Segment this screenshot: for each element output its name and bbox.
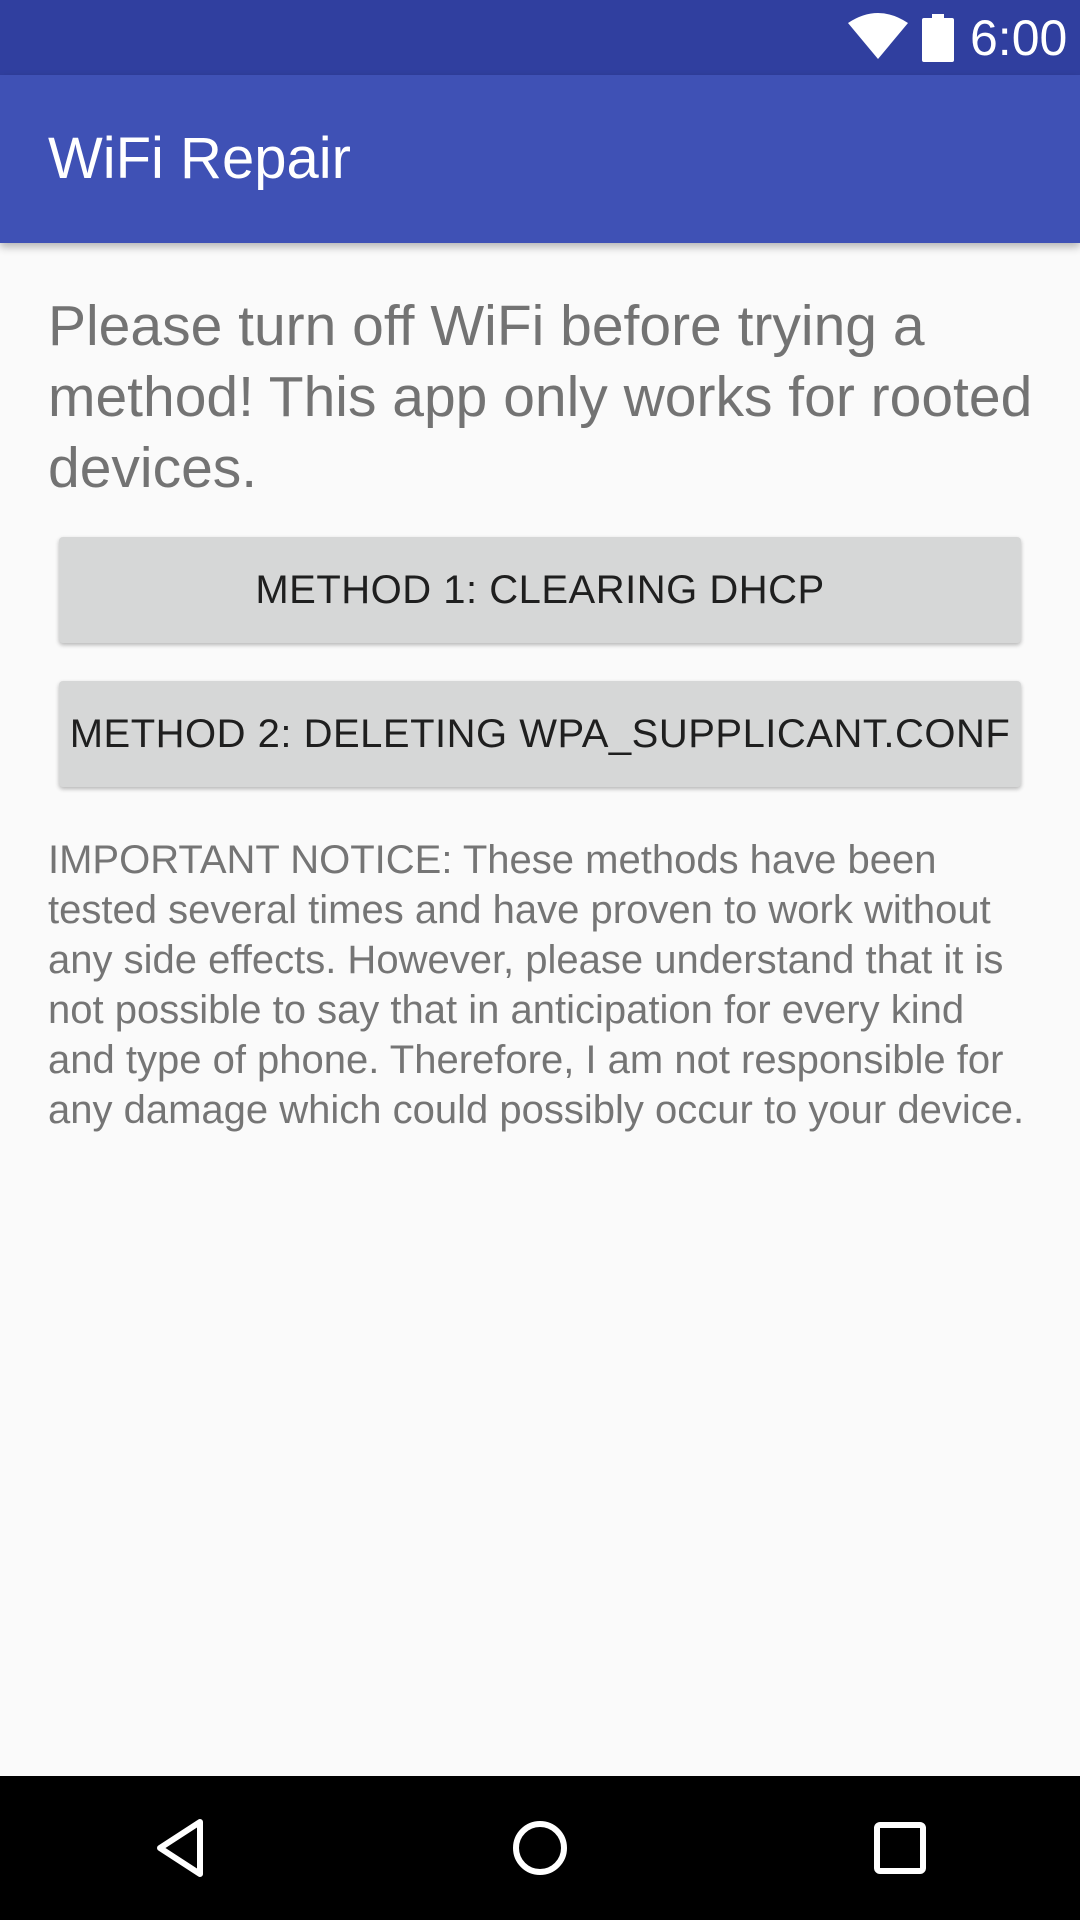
app-bar: WiFi Repair <box>0 75 1080 243</box>
back-icon <box>157 1819 203 1877</box>
important-notice-text: IMPORTANT NOTICE: These methods have bee… <box>48 838 1025 1132</box>
wifi-icon <box>848 13 908 59</box>
navigation-bar <box>0 1776 1080 1920</box>
instruction-text: Please turn off WiFi before trying a met… <box>48 294 1033 500</box>
method-2-button[interactable]: METHOD 2: DELETING WPA_SUPPLICANT.CONF <box>59 681 1021 787</box>
recents-button[interactable] <box>852 1800 948 1896</box>
app-title: WiFi Repair <box>48 126 351 191</box>
back-button[interactable] <box>132 1800 228 1896</box>
home-icon <box>513 1821 567 1875</box>
recents-icon <box>874 1822 926 1874</box>
method-1-button[interactable]: METHOD 1: CLEARING DHCP <box>59 537 1021 643</box>
battery-icon <box>922 14 954 62</box>
home-button[interactable] <box>492 1800 588 1896</box>
status-bar: 6:00 <box>0 0 1080 75</box>
status-time: 6:00 <box>970 10 1068 66</box>
